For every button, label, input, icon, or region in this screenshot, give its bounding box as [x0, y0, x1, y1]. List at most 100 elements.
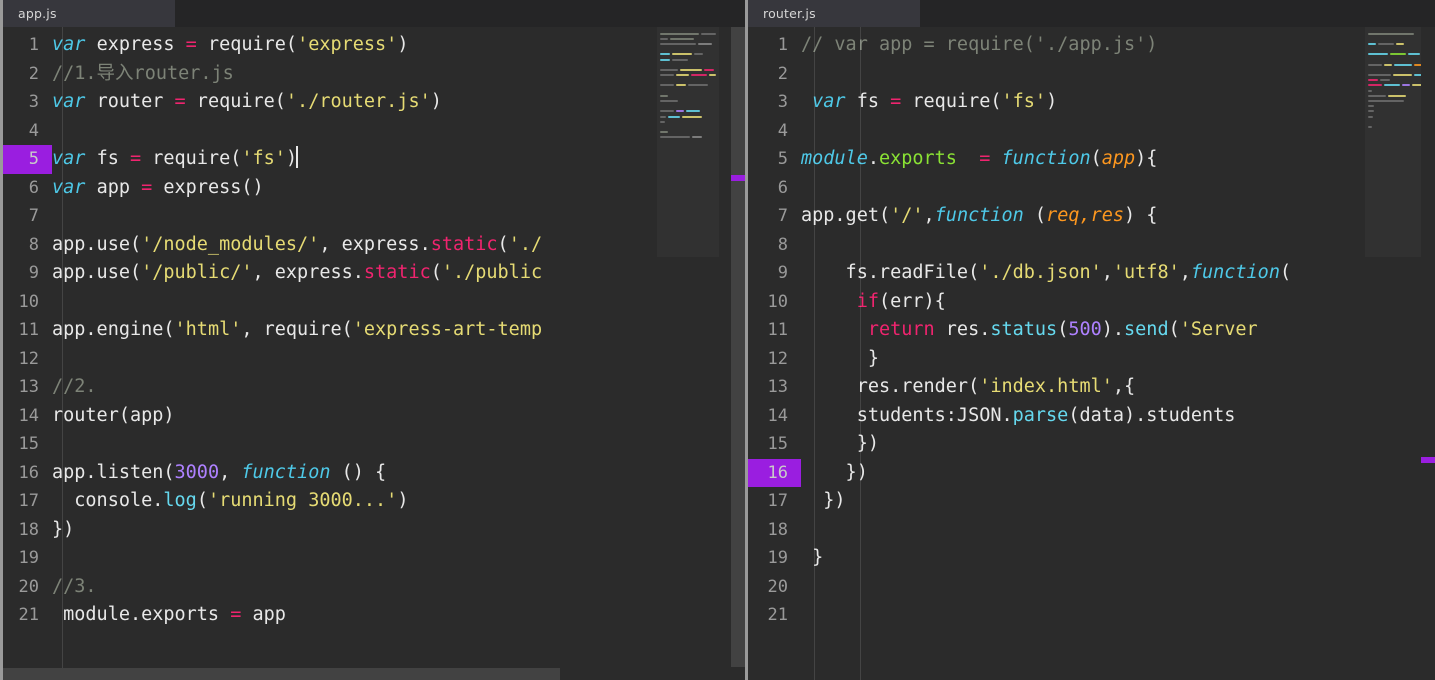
code-token: (err){ [878, 290, 946, 312]
horizontal-scrollbar-thumb[interactable] [0, 668, 560, 680]
tab-router-js[interactable]: router.js [745, 0, 920, 30]
code-line[interactable]: 19 } [745, 544, 1435, 573]
code-line[interactable]: 6 [745, 174, 1435, 203]
horizontal-scrollbar-left[interactable] [0, 668, 731, 680]
tab-app-js[interactable]: app.js [0, 0, 175, 30]
code-line[interactable]: 6 var app = express() [0, 174, 745, 203]
code-line[interactable]: 11 return res.status(500).send('Server [745, 316, 1435, 345]
code-line[interactable]: 15 }) [745, 430, 1435, 459]
code-token: exports [878, 148, 957, 169]
code-token: express [96, 34, 186, 55]
code-token: }) [801, 461, 868, 483]
code-line[interactable]: 4 [0, 117, 745, 146]
code-line[interactable]: 13 //2. [0, 373, 745, 402]
code-line[interactable]: 16 app.listen(3000, function () { [0, 459, 745, 488]
code-line[interactable]: 7 app.get('/',function (req,res) { [745, 202, 1435, 231]
code-line[interactable]: 19 [0, 544, 745, 573]
minimap-segment [1384, 84, 1400, 87]
overview-ruler-cursor-mark [1421, 457, 1435, 463]
code-token: }) [52, 518, 75, 540]
code-token: //3. [52, 575, 97, 597]
code-token: fs [856, 91, 891, 112]
code-token: module [801, 148, 868, 169]
code-text: var fs = require('fs') [801, 88, 1435, 117]
code-line[interactable]: 5 module.exports = function(app){ [745, 145, 1435, 174]
minimap-left[interactable] [657, 27, 719, 257]
code-line[interactable]: 10 [0, 288, 745, 317]
code-editor-right[interactable]: 1 // var app = require('./app.js') 2 3 var … [745, 27, 1435, 680]
line-number: 18 [767, 519, 788, 540]
code-text: fs.readFile('./db.json','utf8',function( [801, 259, 1435, 288]
code-token: app [96, 176, 142, 198]
code-text: //2. [52, 373, 745, 402]
code-line[interactable]: 17 console.log('running 3000...') [0, 487, 745, 516]
minimap-segment [676, 110, 684, 113]
code-line[interactable]: 21 module.exports = app [0, 601, 745, 630]
code-line[interactable]: 14 router(app) [0, 402, 745, 431]
code-token: app.listen( [52, 461, 175, 483]
code-line[interactable]: 13 res.render('index.html',{ [745, 373, 1435, 402]
code-token: 'html' [174, 319, 242, 340]
code-token: . [867, 148, 879, 169]
tab-bar-empty-left [175, 0, 745, 27]
code-token: app.use( [52, 233, 142, 255]
code-token: './public [441, 262, 543, 283]
code-line[interactable]: 15 [0, 430, 745, 459]
code-line[interactable]: 8 app.use('/node_modules/', express.stati… [0, 231, 745, 260]
code-line[interactable]: 18 [745, 516, 1435, 545]
vertical-scrollbar-left[interactable] [731, 27, 745, 680]
code-line[interactable]: 1 var express = require('express') [0, 31, 745, 60]
code-line[interactable]: 17 }) [745, 487, 1435, 516]
code-token: app [241, 604, 286, 625]
code-token: = [129, 148, 142, 169]
code-line[interactable]: 12 [0, 345, 745, 374]
code-line[interactable]: 12 } [745, 345, 1435, 374]
code-editor-left[interactable]: 1 var express = require('express') 2//1.导入… [0, 27, 745, 680]
vertical-scrollbar-right[interactable] [1421, 27, 1435, 680]
code-line[interactable]: 4 [745, 117, 1435, 146]
code-token: 3000 [174, 461, 220, 483]
code-token: = [185, 34, 197, 55]
code-line[interactable]: 20 [745, 573, 1435, 602]
minimap-segment [1402, 84, 1410, 87]
code-line[interactable]: 1 // var app = require('./app.js') [745, 31, 1435, 60]
code-line[interactable]: 10 if(err){ [745, 288, 1435, 317]
minimap-segment [660, 68, 678, 71]
code-line[interactable]: 20 //3. [0, 573, 745, 602]
line-number: 20 [767, 576, 788, 597]
code-line[interactable]: 16 }) [745, 458, 1435, 487]
code-line[interactable]: 2 //1.导入router.js [0, 60, 745, 89]
code-line[interactable]: 3 var router = require('./router.js') [0, 88, 745, 117]
code-token: 'utf8' [1112, 262, 1180, 283]
line-number: 11 [18, 320, 39, 340]
code-token: ) [397, 490, 409, 511]
code-text: app.engine('html', require('express-art-… [52, 316, 745, 345]
minimap-segment [1368, 53, 1388, 56]
code-token: ) [1046, 91, 1058, 112]
code-line[interactable]: 18}) [0, 516, 745, 545]
line-number: 7 [777, 206, 788, 226]
line-number: 2 [28, 63, 39, 84]
line-number: 1 [777, 35, 788, 55]
line-number: 19 [767, 548, 788, 568]
editor-pane-right: router.js 1 // var app = require('./app.j… [745, 0, 1435, 680]
minimap-right[interactable] [1365, 27, 1427, 257]
code-line[interactable]: 9 app.use('/public/', express.static('./p… [0, 259, 745, 288]
minimap-segment [660, 37, 668, 40]
code-line[interactable]: 5 var fs = require('fs') [0, 145, 745, 174]
code-token: function [934, 205, 1024, 226]
code-line[interactable]: 8 [745, 231, 1435, 260]
minimap-segment [1368, 32, 1414, 35]
code-line[interactable]: 21 [745, 601, 1435, 630]
line-number: 21 [767, 605, 788, 625]
code-token: 'fs' [1001, 91, 1047, 112]
code-line[interactable]: 11 app.engine('html', require('express-ar… [0, 316, 745, 345]
code-line[interactable]: 2 [745, 60, 1435, 89]
minimap-segment [668, 115, 680, 118]
vertical-scrollbar-thumb[interactable] [731, 27, 745, 667]
code-line[interactable]: 9 fs.readFile('./db.json','utf8',functio… [745, 259, 1435, 288]
code-line[interactable]: 7 [0, 202, 745, 231]
code-line[interactable]: 14 students:JSON.parse(data).students [745, 402, 1435, 431]
code-line[interactable]: 3 var fs = require('fs') [745, 88, 1435, 117]
